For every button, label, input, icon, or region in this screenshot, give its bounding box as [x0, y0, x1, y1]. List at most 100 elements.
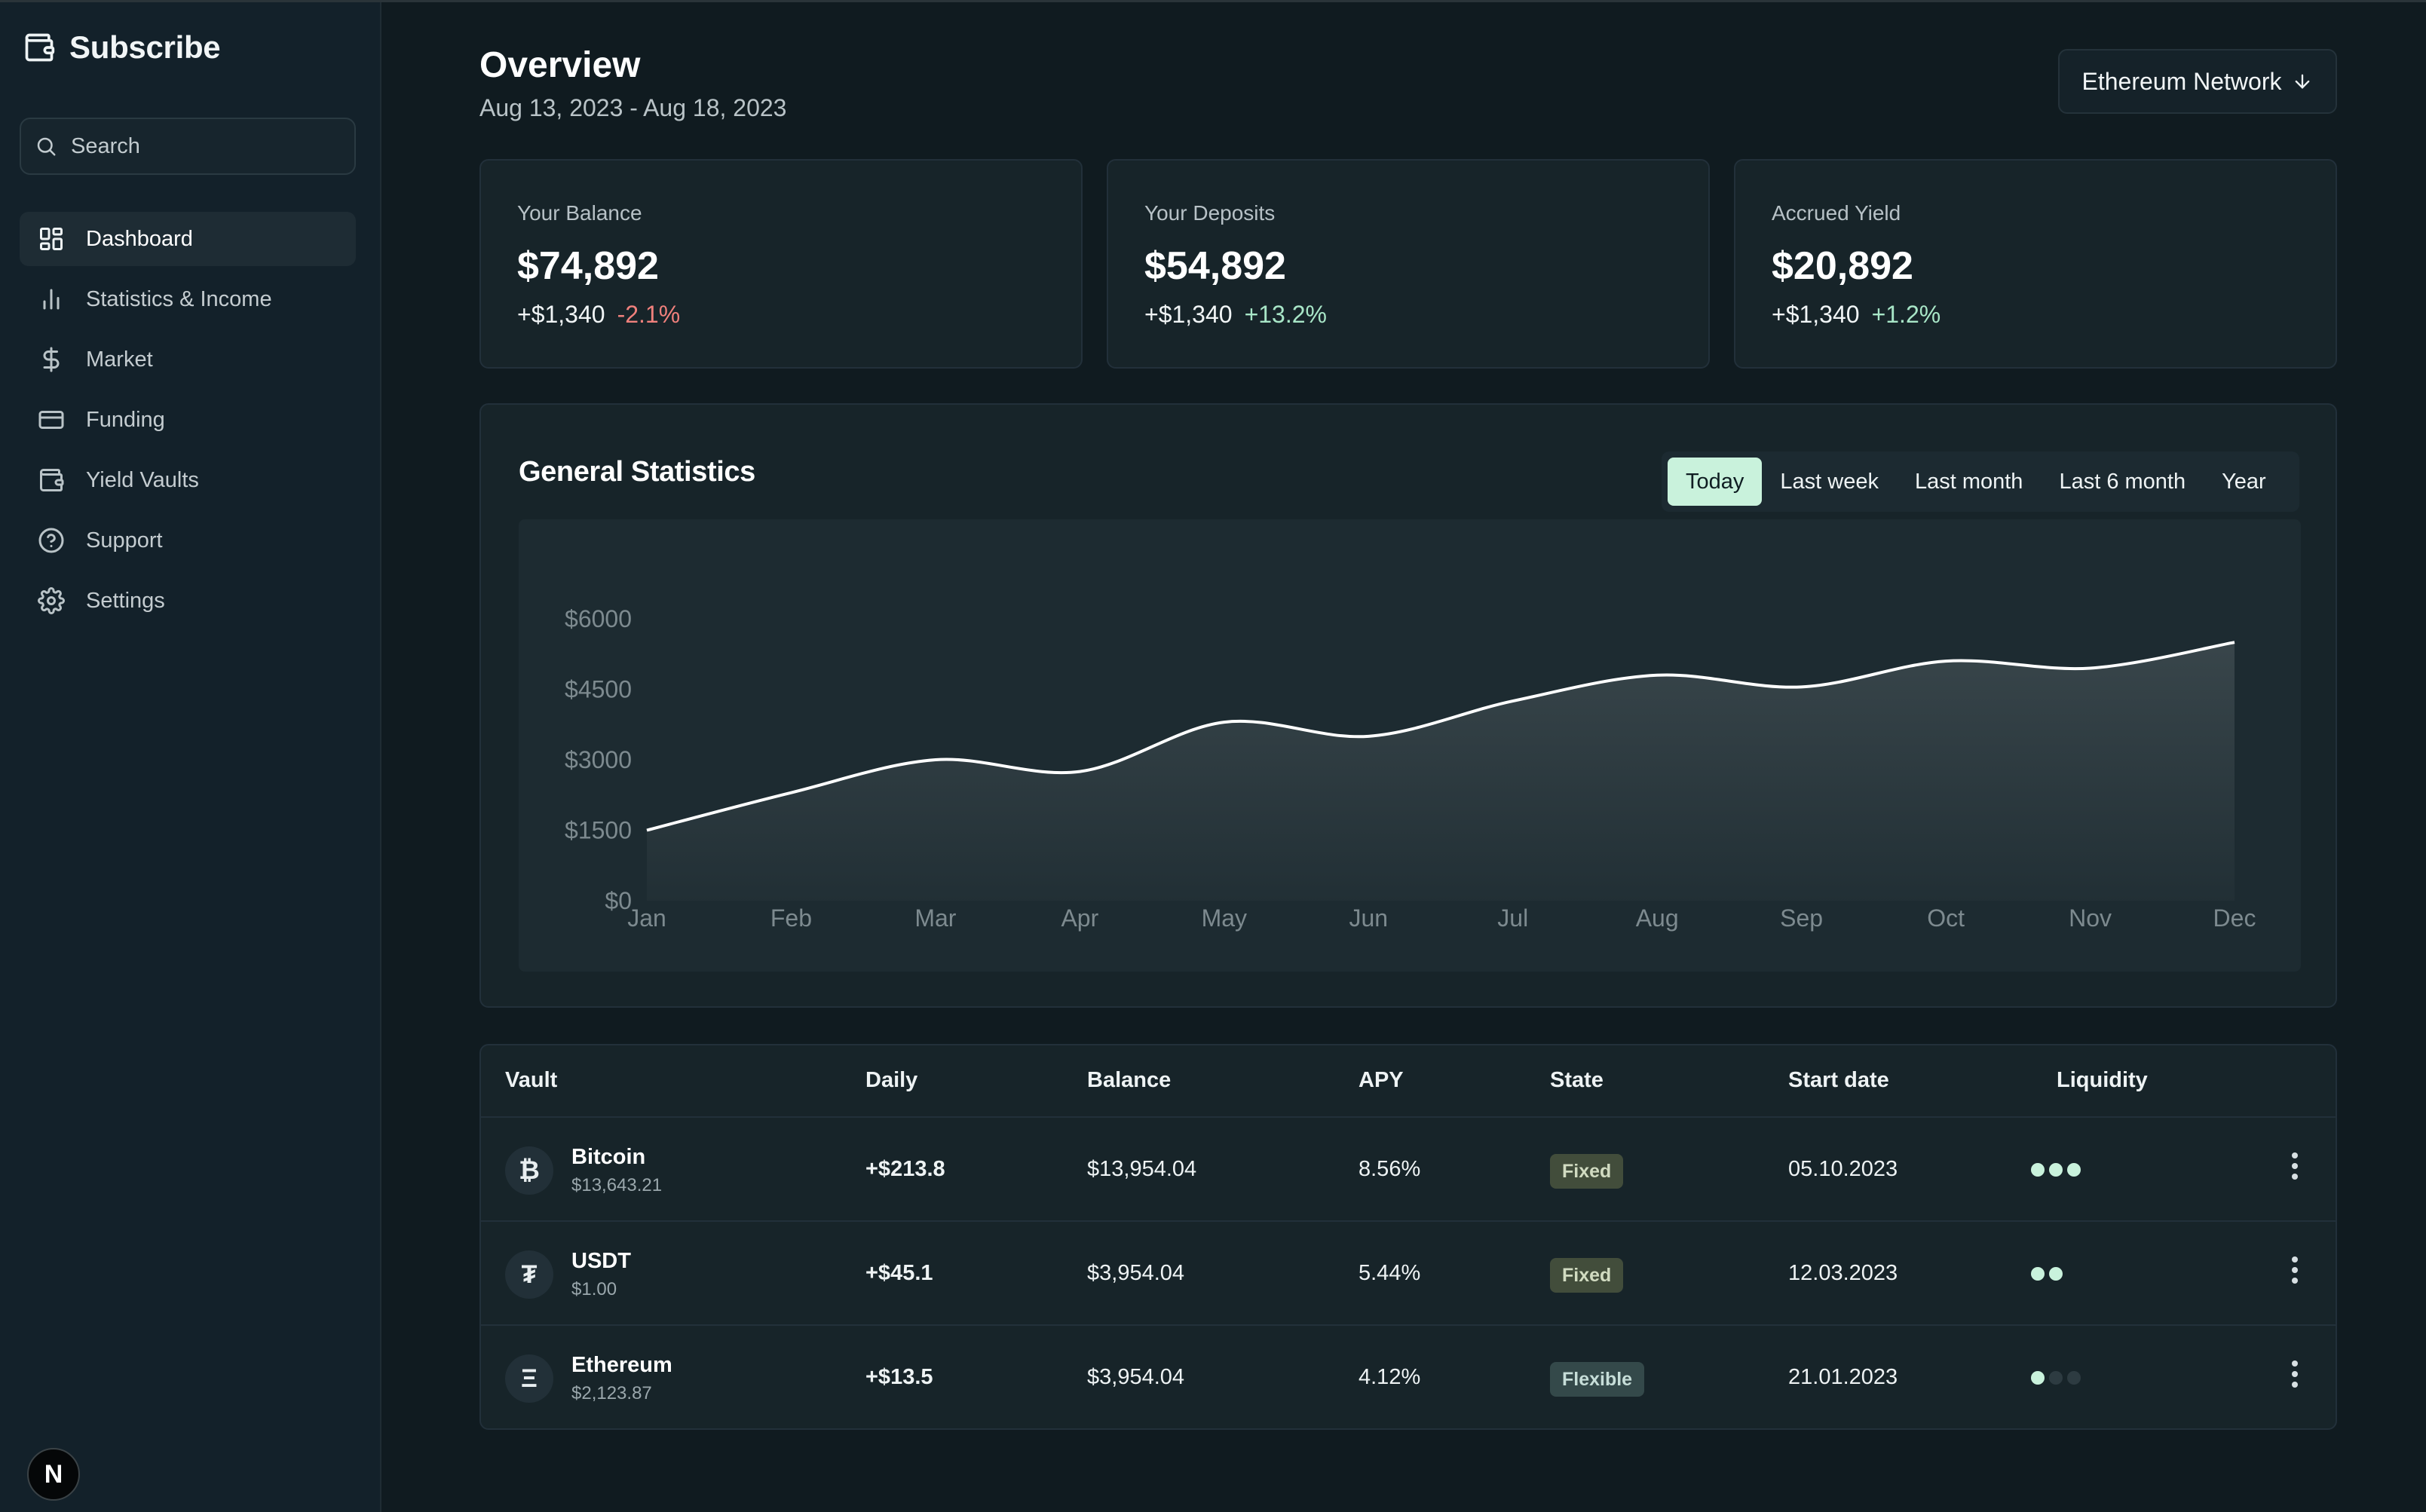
column-header-start-date[interactable]: Start date: [1788, 1068, 1889, 1093]
ethereum-icon: Ξ: [505, 1354, 553, 1403]
y-tick-label: $1500: [565, 817, 632, 844]
dashboard-icon: [40, 228, 63, 250]
column-header-liquidity[interactable]: Liquidity: [2057, 1068, 2148, 1093]
column-header-balance[interactable]: Balance: [1087, 1068, 1171, 1093]
table-row[interactable]: ₿ Bitcoin $13,643.21 +$213.8 $13,954.04 …: [481, 1118, 2336, 1222]
card-change: +$1,340: [1772, 301, 1860, 328]
y-tick-label: $6000: [565, 605, 632, 632]
sidebar-item-statistics[interactable]: Statistics & Income: [20, 272, 356, 326]
search-input[interactable]: [71, 133, 342, 159]
arrow-down-icon: [2296, 74, 2310, 89]
sidebar-item-market[interactable]: Market: [20, 332, 356, 387]
search-icon: [37, 137, 56, 156]
table-row[interactable]: Ξ Ethereum $2,123.87 +$13.5 $3,954.04 4.…: [481, 1326, 2336, 1428]
sidebar-item-label: Support: [86, 528, 163, 552]
app-root: Subscribe Dashboard Statistics & Income …: [0, 0, 2426, 1512]
more-options-icon[interactable]: [2289, 1151, 2301, 1181]
vault-price: $1.00: [571, 1279, 617, 1299]
deposits-card: Your Deposits $54,892 +$1,340 +13.2%: [1107, 159, 1710, 369]
liquidity-dot: [2031, 1267, 2045, 1281]
column-header-daily[interactable]: Daily: [865, 1068, 917, 1093]
tab-last-week[interactable]: Last week: [1762, 458, 1897, 506]
sidebar-item-label: Funding: [86, 407, 165, 432]
general-statistics-panel: General Statistics Today Last week Last …: [479, 403, 2337, 1008]
start-date: 21.01.2023: [1788, 1365, 1898, 1389]
card-value: $74,892: [517, 244, 659, 288]
tab-last-6-month[interactable]: Last 6 month: [2041, 458, 2204, 506]
x-tick-label: Oct: [1927, 904, 1965, 932]
sidebar-item-funding[interactable]: Funding: [20, 393, 356, 447]
state-badge: Fixed: [1550, 1154, 1624, 1189]
column-header-state[interactable]: State: [1550, 1068, 1604, 1093]
card-percent: -2.1%: [617, 301, 681, 328]
card-change-row: +$1,340 +13.2%: [1144, 301, 1327, 329]
apy-value: 8.56%: [1358, 1157, 1421, 1181]
state-badge: Fixed: [1550, 1258, 1624, 1293]
card-label: Accrued Yield: [1772, 201, 1901, 225]
yield-card: Accrued Yield $20,892 +$1,340 +1.2%: [1734, 159, 2337, 369]
card-percent: +1.2%: [1871, 301, 1941, 328]
vaults-table: Vault Daily Balance APY State Start date…: [479, 1044, 2337, 1430]
start-date: 05.10.2023: [1788, 1157, 1898, 1181]
gear-icon: [38, 587, 65, 614]
stats-title: General Statistics: [519, 456, 755, 488]
daily-value: +$213.8: [865, 1157, 945, 1181]
start-date: 12.03.2023: [1788, 1261, 1898, 1285]
x-tick-label: Sep: [1780, 904, 1823, 932]
card-change: +$1,340: [517, 301, 605, 328]
y-tick-label: $4500: [565, 676, 632, 703]
column-header-vault[interactable]: Vault: [505, 1068, 557, 1093]
brand[interactable]: Subscribe: [23, 29, 221, 66]
chart-svg: $0$1500$3000$4500$6000Jan Feb Mar Apr May Jun…: [565, 605, 2256, 932]
sidebar-item-support[interactable]: Support: [20, 513, 356, 568]
x-tick-label: Nov: [2069, 904, 2112, 932]
card-value: $54,892: [1144, 244, 1286, 288]
sidebar-item-yield-vaults[interactable]: Yield Vaults: [20, 453, 356, 507]
liquidity-dot: [2031, 1371, 2045, 1385]
brand-title: Subscribe: [69, 29, 221, 65]
sidebar-item-settings[interactable]: Settings: [20, 574, 356, 628]
network-selector-button[interactable]: Ethereum Network: [2058, 49, 2337, 114]
apy-value: 5.44%: [1358, 1261, 1421, 1285]
sidebar-item-dashboard[interactable]: Dashboard: [20, 212, 356, 266]
apy-value: 4.12%: [1358, 1365, 1421, 1389]
balance-value: $3,954.04: [1087, 1261, 1185, 1285]
liquidity-dot: [2031, 1163, 2045, 1177]
balance-value: $3,954.04: [1087, 1365, 1185, 1389]
liquidity-dot: [2067, 1371, 2081, 1385]
card-label: Your Deposits: [1144, 201, 1276, 225]
table-row[interactable]: ₮ USDT $1.00 +$45.1 $3,954.04 5.44% Fixe…: [481, 1222, 2336, 1326]
liquidity-dot: [2049, 1163, 2063, 1177]
tab-year[interactable]: Year: [2204, 458, 2284, 506]
help-circle-icon: [38, 528, 64, 553]
vault-name: USDT: [571, 1249, 631, 1273]
table-header: Vault Daily Balance APY State Start date…: [481, 1045, 2336, 1118]
card-change-row: +$1,340 +1.2%: [1772, 301, 1940, 329]
more-options-icon[interactable]: [2289, 1255, 2301, 1285]
network-label: Ethereum Network: [2081, 67, 2282, 95]
more-options-icon[interactable]: [2289, 1359, 2301, 1389]
main-content: Overview Aug 13, 2023 - Aug 18, 2023 Eth…: [381, 2, 2426, 1512]
balance-value: $13,954.04: [1087, 1157, 1197, 1181]
liquidity-indicator: [2031, 1267, 2063, 1281]
state-badge: Flexible: [1550, 1362, 1645, 1397]
vault-name: Ethereum: [571, 1353, 672, 1377]
wallet-icon: [40, 469, 64, 491]
liquidity-indicator: [2031, 1163, 2081, 1177]
x-tick-label: Jul: [1497, 904, 1528, 932]
date-range: Aug 13, 2023 - Aug 18, 2023: [479, 94, 787, 121]
liquidity-indicator: [2031, 1371, 2081, 1385]
card-change-row: +$1,340 -2.1%: [517, 301, 680, 329]
x-tick-label: Jan: [627, 904, 666, 932]
tab-today[interactable]: Today: [1668, 458, 1763, 506]
bar-chart-icon: [43, 289, 60, 310]
column-header-apy[interactable]: APY: [1358, 1068, 1404, 1093]
sidebar-item-label: Statistics & Income: [86, 286, 272, 311]
tab-last-month[interactable]: Last month: [1897, 458, 2041, 506]
search-box[interactable]: [20, 118, 356, 175]
liquidity-dot: [2067, 1163, 2081, 1177]
dollar-icon: [43, 347, 60, 372]
nextjs-badge[interactable]: N: [27, 1448, 80, 1501]
vault-price: $13,643.21: [571, 1175, 663, 1195]
balance-card: Your Balance $74,892 +$1,340 -2.1%: [479, 159, 1083, 369]
